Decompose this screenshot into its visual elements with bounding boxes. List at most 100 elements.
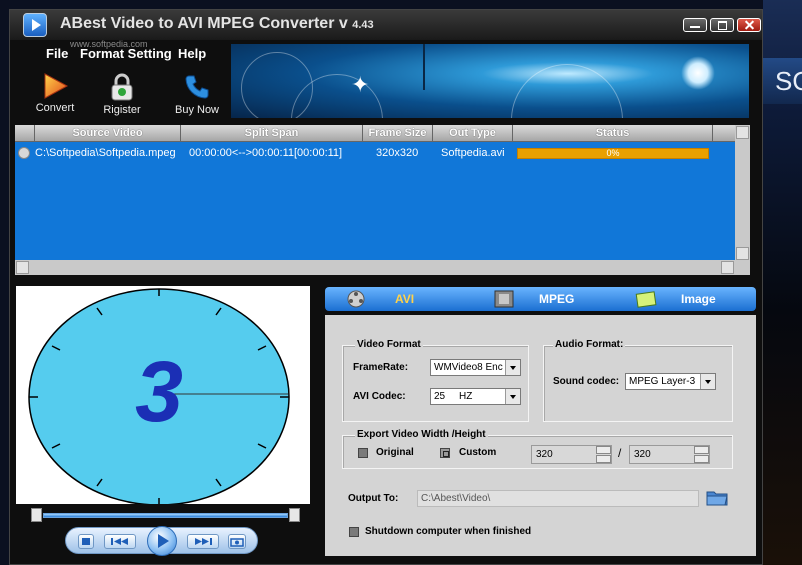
next-icon — [195, 538, 212, 545]
column-split-span[interactable]: Split Span — [181, 125, 363, 141]
tab-avi[interactable]: AVI — [345, 287, 465, 311]
snapshot-button[interactable] — [228, 534, 246, 549]
size-separator: / — [618, 446, 622, 460]
tab-image-label: Image — [681, 292, 716, 306]
width-spinner[interactable]: 320 — [531, 445, 612, 464]
close-button[interactable] — [737, 18, 761, 32]
desktop-text: SOF — [775, 66, 802, 96]
framerate-label: FrameRate: — [353, 362, 409, 373]
seek-track[interactable] — [43, 513, 288, 518]
status-progress-bar: 0% — [517, 148, 709, 159]
scroll-up-button[interactable] — [736, 126, 749, 139]
sound-codec-label: Sound codec: — [553, 376, 620, 387]
app-window: ABest Video to AVI MPEG Converter v 4.43… — [9, 9, 763, 565]
height-spinner[interactable]: 320 — [629, 445, 710, 464]
height-down-button[interactable] — [694, 455, 709, 463]
register-button[interactable]: Rigister — [92, 72, 152, 116]
title-bar[interactable]: ABest Video to AVI MPEG Converter v 4.43 — [10, 10, 762, 40]
menu-help[interactable]: Help — [178, 46, 206, 61]
chevron-down-icon — [505, 360, 520, 375]
cell-split-span: 00:00:00<-->00:00:11[00:00:11] — [189, 147, 343, 159]
width-value: 320 — [536, 449, 553, 460]
seek-end-button[interactable] — [289, 508, 300, 522]
export-size-title: Export Video Width /Height — [355, 429, 488, 440]
avi-codec-value: 25 HZ — [434, 391, 473, 402]
minimize-button[interactable] — [683, 18, 707, 32]
window-title: ABest Video to AVI MPEG Converter v 4.43 — [60, 15, 374, 32]
table-row[interactable]: C:\Softpedia\Softpedia.mpeg 00:00:00<-->… — [15, 144, 735, 162]
folder-icon — [706, 491, 728, 506]
maximize-button[interactable] — [710, 18, 734, 32]
scroll-down-button[interactable] — [736, 247, 749, 260]
previous-icon — [111, 538, 128, 545]
height-up-button[interactable] — [694, 446, 709, 454]
width-up-button[interactable] — [596, 446, 611, 454]
table-header: Source Video Split Span Frame Size Out T… — [15, 125, 750, 142]
stop-icon — [82, 538, 90, 545]
play-icon — [158, 534, 169, 548]
sparkle-icon: ✦ — [351, 72, 370, 97]
framerate-value: WMVideo8 Enc — [434, 362, 503, 373]
menu-file[interactable]: File — [46, 46, 68, 61]
play-button[interactable] — [147, 526, 177, 556]
horizontal-scrollbar[interactable] — [15, 260, 750, 275]
video-format-title: Video Format — [355, 339, 423, 350]
video-preview: 3 — [16, 286, 310, 506]
convert-icon — [44, 73, 69, 99]
app-logo-icon — [23, 13, 47, 37]
image-icon — [635, 291, 657, 308]
audio-format-title: Audio Format: — [553, 339, 626, 350]
video-file-icon — [18, 147, 30, 159]
browse-folder-button[interactable] — [705, 487, 729, 512]
column-out-type[interactable]: Out Type — [433, 125, 513, 141]
column-source-video[interactable]: Source Video — [35, 125, 181, 141]
scroll-right-button[interactable] — [721, 261, 734, 274]
menu-format-setting[interactable]: Format Setting — [80, 46, 172, 61]
convert-label: Convert — [35, 102, 75, 114]
camera-icon — [230, 538, 244, 547]
sun-glow — [681, 56, 715, 90]
sound-codec-value: MPEG Layer-3 — [629, 376, 696, 387]
width-down-button[interactable] — [596, 455, 611, 463]
film-strip-icon — [494, 290, 514, 308]
buy-now-button[interactable]: Buy Now — [167, 72, 227, 116]
custom-checkbox[interactable] — [440, 448, 450, 458]
format-tabs: AVI MPEG Image — [325, 287, 756, 311]
tab-avi-label: AVI — [395, 292, 415, 306]
tab-image[interactable]: Image — [635, 287, 745, 311]
tab-mpeg-label: MPEG — [539, 292, 575, 306]
clock-digit: 3 — [135, 344, 183, 440]
custom-label: Custom — [459, 447, 497, 458]
next-button[interactable] — [187, 534, 219, 549]
scroll-left-button[interactable] — [16, 261, 29, 274]
shutdown-checkbox[interactable] — [349, 527, 359, 537]
stop-button[interactable] — [78, 534, 94, 549]
settings-panel: Video Format FrameRate: WMVideo8 Enc AVI… — [325, 315, 756, 556]
framerate-select[interactable]: WMVideo8 Enc — [430, 359, 521, 376]
cell-frame-size: 320x320 — [376, 147, 419, 159]
output-to-label: Output To: — [348, 493, 399, 504]
convert-button[interactable]: Convert — [25, 72, 85, 114]
tab-mpeg[interactable]: MPEG — [493, 287, 623, 311]
lock-icon — [111, 73, 133, 101]
video-format-group — [342, 345, 529, 422]
chevron-down-icon — [505, 389, 520, 404]
register-label: Rigister — [103, 104, 141, 116]
original-label: Original — [376, 447, 414, 458]
height-value: 320 — [634, 449, 651, 460]
output-path-field[interactable]: C:\Abest\Video\ — [417, 490, 699, 507]
original-checkbox[interactable] — [358, 448, 368, 458]
file-list-table[interactable]: Source Video Split Span Frame Size Out T… — [15, 125, 750, 275]
seek-start-button[interactable] — [31, 508, 42, 522]
cell-out-type: Softpedia.avi — [441, 147, 505, 159]
seek-bar[interactable] — [31, 508, 300, 522]
version-label: 4.43 — [352, 19, 374, 31]
vertical-scrollbar[interactable] — [735, 125, 750, 275]
column-status[interactable]: Status — [513, 125, 713, 141]
film-reel-icon — [347, 290, 365, 308]
previous-button[interactable] — [104, 534, 136, 549]
column-frame-size[interactable]: Frame Size — [363, 125, 433, 141]
sound-codec-select[interactable]: MPEG Layer-3 — [625, 373, 716, 390]
banner-image: ✦ — [231, 44, 749, 118]
avi-codec-select[interactable]: 25 HZ — [430, 388, 521, 405]
